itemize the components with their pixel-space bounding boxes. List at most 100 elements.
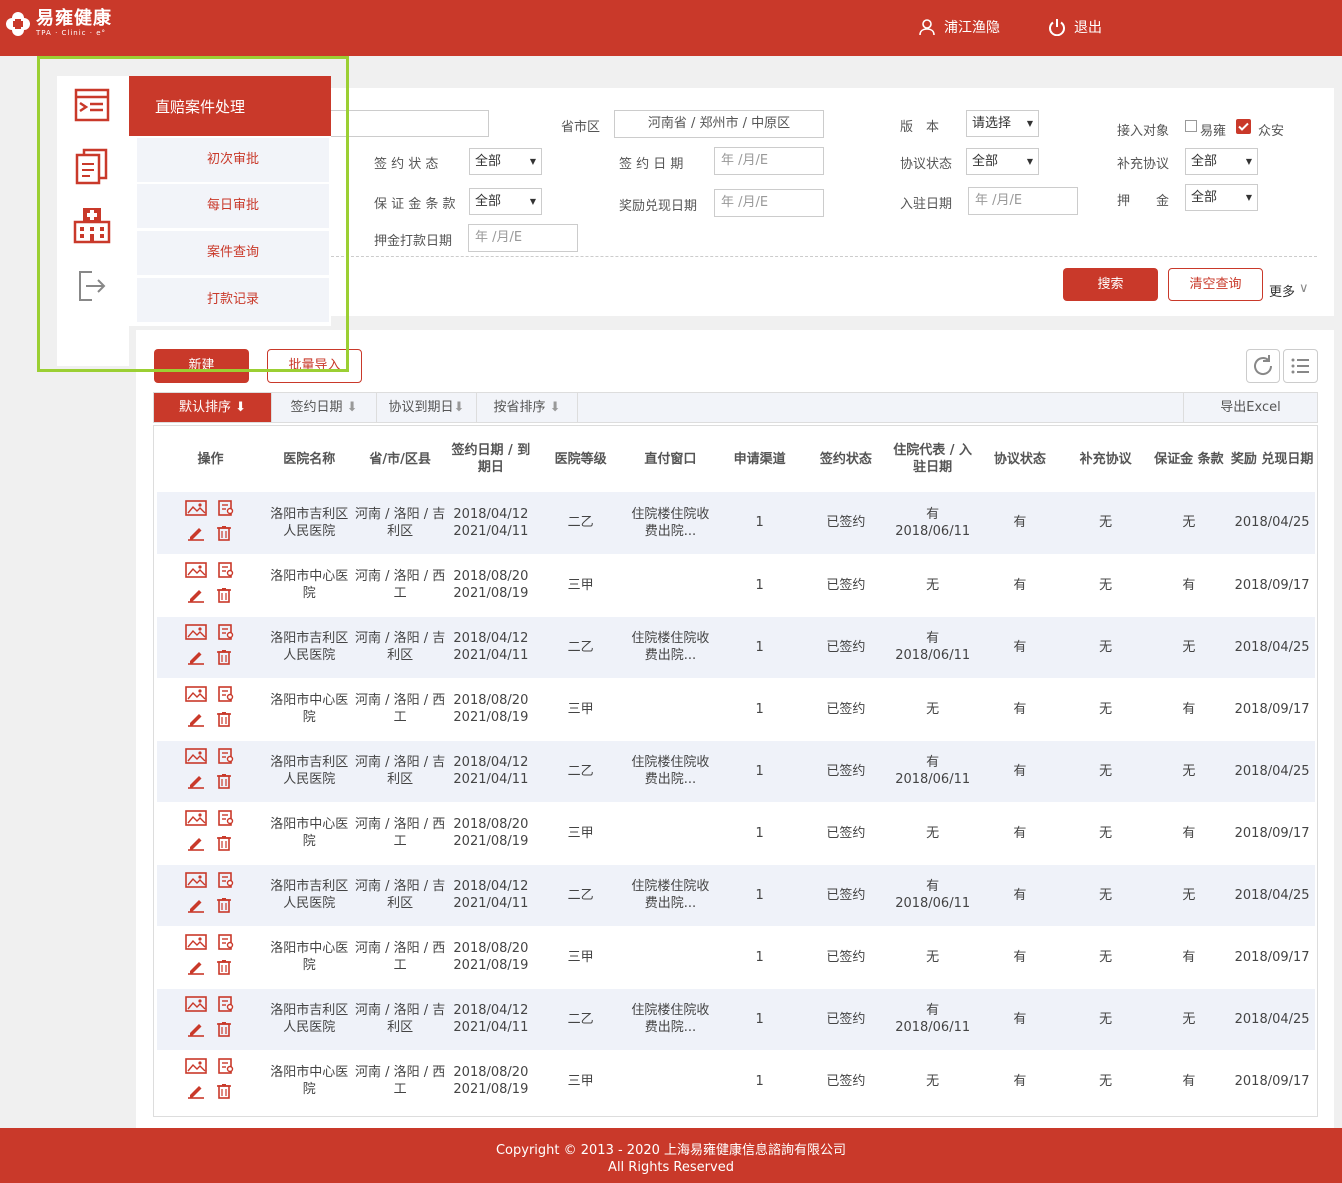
supplement-select[interactable]: 全部 ▼	[1185, 148, 1258, 175]
brand-logo[interactable]: 易雍健康 TPA · Clinic · e°	[4, 10, 112, 38]
submenu-item-case-query[interactable]: 案件查询	[137, 231, 329, 275]
logout-button[interactable]: 退出	[1048, 17, 1102, 37]
delete-icon[interactable]	[215, 525, 233, 546]
image-icon[interactable]	[185, 810, 208, 831]
view-icon[interactable]	[217, 996, 235, 1017]
table-row[interactable]: 洛阳市中心医院 河南 / 洛阳 / 西工 2018/08/20 2021/08/19…	[157, 802, 1315, 865]
view-icon[interactable]	[217, 1058, 235, 1079]
table-row[interactable]: 洛阳市吉利区人民医院 河南 / 洛阳 / 吉利区 2018/04/12 2021/0…	[157, 740, 1315, 803]
column-header: 医院名称	[263, 426, 355, 492]
table-row[interactable]: 洛阳市吉利区人民医院 河南 / 洛阳 / 吉利区 2018/04/12 2021/0…	[157, 864, 1315, 927]
delete-icon[interactable]	[215, 959, 233, 980]
submenu-item-daily-approval[interactable]: 每日审批	[137, 184, 329, 228]
table-cell: 2018/04/25	[1229, 864, 1315, 927]
image-icon[interactable]	[185, 624, 208, 645]
delete-icon[interactable]	[215, 587, 233, 608]
hospital-name-input[interactable]	[331, 110, 489, 137]
table-row[interactable]: 洛阳市中心医院 河南 / 洛阳 / 西工 2018/08/20 2021/08/19…	[157, 554, 1315, 617]
edit-icon[interactable]	[187, 587, 205, 608]
edit-icon[interactable]	[187, 711, 205, 732]
version-select[interactable]: 请选择 ▼	[966, 110, 1039, 137]
delete-icon[interactable]	[215, 835, 233, 856]
search-button[interactable]: 搜索	[1063, 268, 1158, 301]
sign-date-input[interactable]: 年 /月/E	[714, 147, 824, 175]
edit-icon[interactable]	[187, 959, 205, 980]
new-button[interactable]: 新建	[154, 349, 249, 383]
submenu-item-initial-approval[interactable]: 初次审批	[137, 138, 329, 182]
exit-icon[interactable]	[72, 266, 112, 306]
table-row[interactable]: 洛阳市中心医院 河南 / 洛阳 / 西工 2018/08/20 2021/08/19…	[157, 926, 1315, 989]
image-icon[interactable]	[185, 934, 208, 955]
export-excel-button[interactable]: 导出Excel	[1183, 393, 1317, 422]
reward-date-input[interactable]: 年 /月/E	[714, 189, 824, 217]
user-menu[interactable]: 浦江渔隐	[918, 17, 1000, 37]
edit-icon[interactable]	[187, 1083, 205, 1104]
view-icon[interactable]	[217, 562, 235, 583]
sort-sign-date[interactable]: 签约日期 ⬇	[272, 393, 377, 422]
deposit-clause-select[interactable]: 全部 ▼	[469, 188, 542, 215]
documents-icon[interactable]	[72, 146, 112, 186]
edit-icon[interactable]	[187, 835, 205, 856]
hospital-icon[interactable]	[72, 204, 112, 244]
deposit-select[interactable]: 全部 ▼	[1185, 184, 1258, 211]
delete-icon[interactable]	[215, 649, 233, 670]
edit-icon[interactable]	[187, 525, 205, 546]
entry-date-input[interactable]: 年 /月/E	[968, 187, 1078, 215]
agreement-status-label: 协议状态	[900, 157, 953, 172]
edit-icon[interactable]	[187, 649, 205, 670]
view-icon[interactable]	[217, 624, 235, 645]
table-cell: 2018/04/12 2021/04/11	[445, 492, 537, 555]
sort-expiry-date[interactable]: 协议到期日⬇	[377, 393, 477, 422]
row-actions	[157, 616, 264, 679]
more-filters-button[interactable]: 更多 ∨	[1269, 281, 1309, 300]
view-icon[interactable]	[217, 872, 235, 893]
image-icon[interactable]	[185, 748, 208, 769]
access-yiyong-checkbox[interactable]	[1185, 120, 1197, 132]
delete-icon[interactable]	[215, 897, 233, 918]
table-row[interactable]: 洛阳市中心医院 河南 / 洛阳 / 西工 2018/08/20 2021/08/19…	[157, 678, 1315, 741]
view-icon[interactable]	[217, 748, 235, 769]
chevron-down-icon: ▼	[1026, 157, 1033, 166]
sort-province[interactable]: 按省排序 ⬇	[477, 393, 578, 422]
view-icon[interactable]	[217, 499, 235, 521]
delete-icon[interactable]	[215, 1021, 233, 1042]
deposit-pay-date-input[interactable]: 年 /月/E	[468, 224, 578, 252]
edit-icon[interactable]	[187, 1021, 205, 1042]
table-row[interactable]: 洛阳市吉利区人民医院 河南 / 洛阳 / 吉利区 2018/04/12 2021/0…	[157, 988, 1315, 1051]
view-icon[interactable]	[217, 810, 235, 831]
submenu-item-payment-records[interactable]: 打款记录	[137, 278, 329, 322]
table-row[interactable]: 洛阳市中心医院 河南 / 洛阳 / 西工 2018/08/20 2021/08/19…	[157, 1050, 1315, 1113]
agreement-status-select[interactable]: 全部 ▼	[966, 148, 1039, 175]
clear-query-button[interactable]: 清空查询	[1168, 268, 1263, 301]
image-icon[interactable]	[185, 996, 208, 1017]
image-icon[interactable]	[185, 562, 208, 583]
sign-status-select[interactable]: 全部 ▼	[469, 148, 542, 175]
access-zhongan-checkbox[interactable]	[1236, 119, 1251, 134]
sort-default[interactable]: 默认排序 ⬇	[154, 393, 272, 422]
view-icon[interactable]	[217, 934, 235, 955]
table-cell: 2018/08/20 2021/08/19	[445, 678, 537, 741]
delete-icon[interactable]	[215, 711, 233, 732]
image-icon[interactable]	[185, 1058, 208, 1079]
column-list-button[interactable]	[1283, 349, 1318, 383]
province-select[interactable]: 河南省 / 郑州市 / 中原区	[614, 110, 824, 138]
batch-import-button[interactable]: 批量导入	[267, 349, 362, 383]
edit-icon[interactable]	[187, 773, 205, 794]
table-row[interactable]: 洛阳市吉利区人民医院 河南 / 洛阳 / 吉利区 2018/04/12 2021/0…	[157, 616, 1315, 679]
table-cell: 有	[977, 740, 1063, 803]
table-cell	[625, 554, 716, 617]
refresh-button[interactable]	[1246, 349, 1280, 383]
image-icon[interactable]	[185, 499, 208, 521]
table-cell: 住院楼住院收费出院...	[625, 492, 716, 555]
column-header: 省/市/区县	[354, 426, 446, 492]
claim-process-icon[interactable]	[72, 86, 112, 126]
delete-icon[interactable]	[215, 1083, 233, 1104]
delete-icon[interactable]	[215, 773, 233, 794]
view-icon[interactable]	[217, 686, 235, 707]
edit-icon[interactable]	[187, 897, 205, 918]
table-cell: 住院楼住院收费出院...	[625, 988, 716, 1051]
table-cell: 河南 / 洛阳 / 西工	[354, 802, 446, 865]
image-icon[interactable]	[185, 872, 208, 893]
table-row[interactable]: 洛阳市吉利区人民医院 河南 / 洛阳 / 吉利区 2018/04/12 2021/0…	[157, 492, 1315, 555]
image-icon[interactable]	[185, 686, 208, 707]
